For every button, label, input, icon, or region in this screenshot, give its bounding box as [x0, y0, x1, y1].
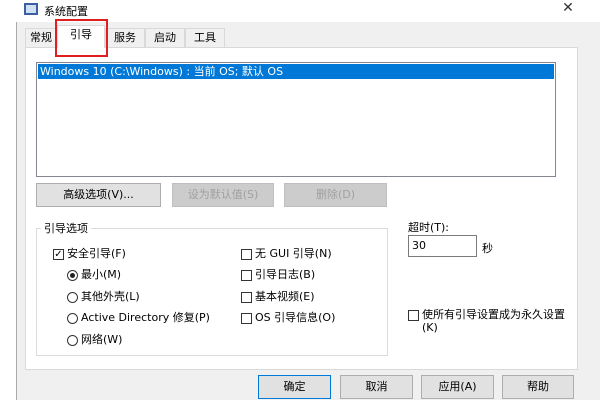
tab-tools[interactable]: 工具: [185, 28, 225, 48]
window-title: 系统配置: [44, 5, 88, 18]
radio-icon: [67, 291, 78, 303]
advanced-options-button[interactable]: 高级选项(V)...: [36, 183, 161, 207]
tab-services[interactable]: 服务: [105, 28, 145, 48]
apply-button[interactable]: 应用(A): [421, 375, 494, 399]
boot-log-checkbox[interactable]: 引导日志(B): [241, 266, 315, 282]
timeout-label: 超时(T):: [408, 221, 450, 234]
radio-network[interactable]: 网络(W): [67, 331, 122, 347]
close-button[interactable]: ✕: [558, 0, 578, 18]
base-video-checkbox[interactable]: 基本视频(E): [241, 288, 315, 304]
group-title: 引导选项: [41, 220, 91, 236]
ok-button[interactable]: 确定: [258, 375, 331, 399]
os-boot-info-checkbox[interactable]: OS 引导信息(O): [241, 309, 335, 325]
label: 其他外壳(L): [81, 290, 140, 303]
checkbox-icon: [241, 248, 252, 260]
checkbox-icon: [241, 312, 252, 324]
cancel-button[interactable]: 取消: [340, 375, 413, 399]
safe-boot-checkbox[interactable]: ✓ 安全引导(F): [53, 245, 126, 261]
radio-ad-repair[interactable]: Active Directory 修复(P): [67, 309, 210, 325]
label: 安全引导(F): [67, 247, 126, 260]
label: 网络(W): [81, 333, 123, 346]
label: 使所有引导设置成为永久设置: [422, 308, 565, 321]
checkbox-icon: [241, 291, 252, 303]
checkbox-icon: [241, 269, 252, 281]
highlight-box: [55, 19, 108, 57]
set-default-button[interactable]: 设为默认值(S): [172, 183, 274, 207]
make-permanent-label-cont: (K): [422, 321, 438, 334]
radio-icon: [67, 312, 78, 324]
radio-icon: [67, 269, 78, 281]
radio-alternate-shell[interactable]: 其他外壳(L): [67, 288, 140, 304]
boot-os-list[interactable]: Windows 10 (C:\Windows) : 当前 OS; 默认 OS: [36, 62, 556, 177]
msconfig-icon: [24, 3, 38, 15]
label: 引导日志(B): [255, 268, 316, 281]
timeout-input[interactable]: 30: [408, 235, 477, 257]
delete-button[interactable]: 删除(D): [284, 183, 387, 207]
label: OS 引导信息(O): [255, 311, 336, 324]
label: 无 GUI 引导(N): [255, 247, 332, 260]
label: 最小(M): [81, 268, 122, 281]
radio-minimal[interactable]: 最小(M): [67, 266, 121, 282]
label: 基本视频(E): [255, 290, 315, 303]
make-permanent-checkbox[interactable]: 使所有引导设置成为永久设置: [408, 306, 565, 322]
timeout-unit: 秒: [482, 242, 493, 255]
no-gui-boot-checkbox[interactable]: 无 GUI 引导(N): [241, 245, 332, 261]
list-item[interactable]: Windows 10 (C:\Windows) : 当前 OS; 默认 OS: [38, 64, 554, 79]
tab-general[interactable]: 常规: [25, 28, 57, 48]
help-button[interactable]: 帮助: [502, 375, 574, 399]
checkbox-icon: [408, 309, 419, 321]
label: Active Directory 修复(P): [81, 311, 210, 324]
radio-icon: [67, 334, 78, 346]
tab-startup[interactable]: 启动: [145, 28, 185, 48]
checkmark-icon: ✓: [53, 248, 64, 260]
